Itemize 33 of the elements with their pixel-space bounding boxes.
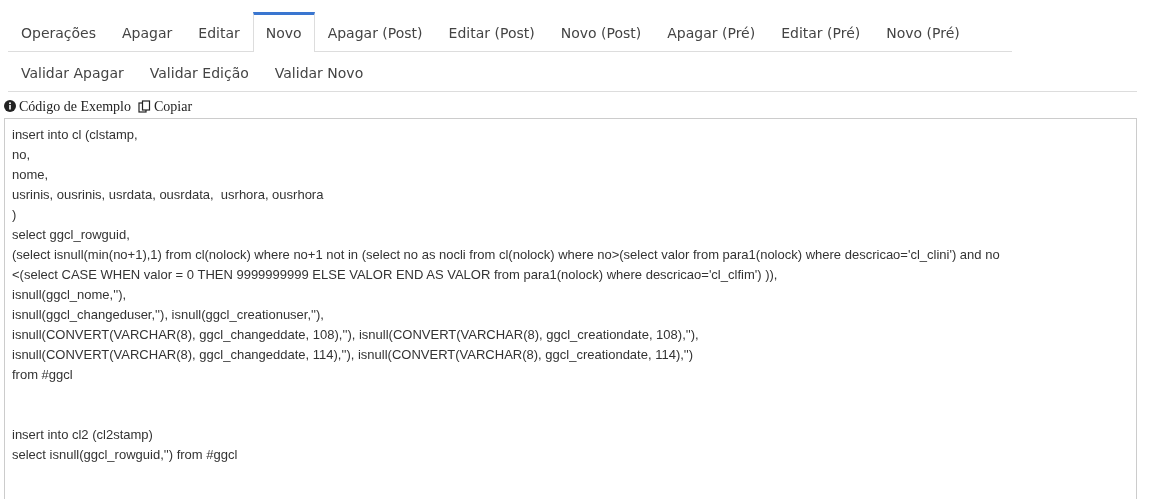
tab[interactable]: Validar Edição <box>136 52 262 92</box>
code-line: isnull(ggcl_nome,''), <box>12 286 127 304</box>
code-line: insert into cl (clstamp, <box>12 126 138 144</box>
code-line: nome, <box>12 166 49 184</box>
tab[interactable]: Apagar (Pré) <box>654 12 769 52</box>
tab[interactable]: Novo (Post) <box>547 12 655 52</box>
tab[interactable]: Editar (Pré) <box>768 12 874 52</box>
code-line: no, <box>12 146 31 164</box>
tab[interactable]: Operações <box>8 12 110 52</box>
code-line: insert into cl2 (cl2stamp) <box>12 426 153 444</box>
info-icon <box>4 100 16 112</box>
code-editor[interactable] <box>4 118 1137 499</box>
example-title: Código de Exemplo <box>19 97 131 116</box>
code-line: select ggcl_rowguid, <box>12 226 130 244</box>
code-line: select isnull(ggcl_rowguid,'') from #ggcl <box>12 446 238 464</box>
copy-icon[interactable] <box>138 99 151 113</box>
tab[interactable]: Apagar <box>109 12 186 52</box>
tab[interactable]: Apagar (Post) <box>314 12 436 52</box>
copy-link[interactable]: Copiar <box>154 95 193 117</box>
code-line: ) <box>12 206 17 224</box>
tab[interactable]: Novo <box>252 12 315 52</box>
code-line: from #ggcl <box>12 366 73 384</box>
code-line: isnull(ggcl_changeduser,''), isnull(ggcl_creationuser,''), <box>12 306 324 324</box>
tab[interactable]: Editar <box>185 12 253 52</box>
code-line: (select isnull(min(no+1),1) from cl(nolock) where no+1 not in (select no as nocli from cl(nolock) where no>(select valor from para1(nolock) where descricao='cl_clini') and no <box>12 246 1000 264</box>
code-line: isnull(CONVERT(VARCHAR(8), ggcl_changeddate, 114),''), isnull(CONVERT(VARCHAR(8), ggcl_creationdate, 114),'') <box>12 346 694 364</box>
code-line: usrinis, ousrinis, usrdata, ousrdata, usrhora, ousrhora <box>12 186 324 204</box>
code-line: <(select CASE WHEN valor = 0 THEN 9999999999 ELSE VALOR END AS VALOR from para1(nolock) where descricao='cl_clfim') )), <box>12 266 778 284</box>
tab[interactable]: Validar Novo <box>261 52 377 92</box>
tab[interactable]: Editar (Post) <box>435 12 548 52</box>
code-line: isnull(CONVERT(VARCHAR(8), ggcl_changeddate, 108),''), isnull(CONVERT(VARCHAR(8), ggcl_creationdate, 108),''), <box>12 326 699 344</box>
tab[interactable]: Validar Apagar <box>8 52 137 92</box>
tab[interactable]: Novo (Pré) <box>873 12 973 52</box>
